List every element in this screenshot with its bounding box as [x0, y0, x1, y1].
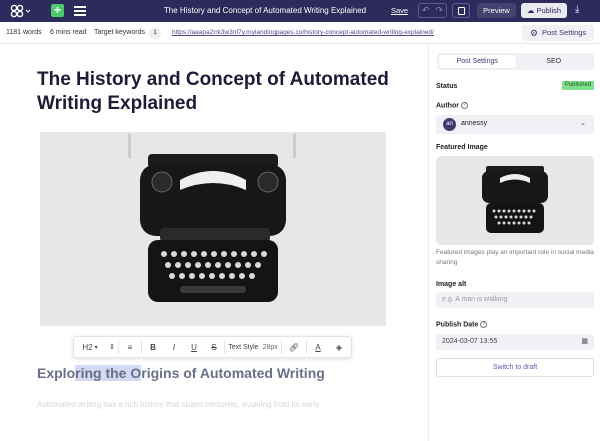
- image-alt-input[interactable]: e.g. A man is walking: [436, 292, 594, 308]
- read-time: 6 mins read: [50, 29, 87, 36]
- move-updown-icon[interactable]: ⇕: [106, 336, 118, 358]
- heading-text: rigins of Automated Writing: [141, 365, 325, 381]
- info-icon[interactable]: ?: [460, 102, 468, 109]
- author-label-text: Author: [436, 102, 459, 110]
- logo-icon[interactable]: [9, 3, 33, 19]
- align-icon[interactable]: ≡: [119, 336, 141, 358]
- post-settings-button[interactable]: ⚙ Post Settings: [522, 25, 594, 41]
- selected-text: ring the O: [75, 365, 142, 381]
- paragraph[interactable]: Automated writing has a rich history tha…: [37, 400, 319, 409]
- gear-icon: ⚙: [530, 28, 539, 38]
- undo-redo-group: ↶ ↷: [418, 3, 447, 18]
- link-icon[interactable]: 🔗︎: [282, 336, 306, 358]
- publish-label: Publish: [536, 6, 562, 15]
- featured-image[interactable]: [436, 156, 594, 245]
- publish-button[interactable]: ☁ Publish: [521, 3, 567, 18]
- target-keywords-count[interactable]: 1: [149, 27, 161, 39]
- publish-date-label-text: Publish Date: [436, 321, 479, 329]
- bold-icon[interactable]: B: [142, 336, 164, 358]
- article-title[interactable]: The History and Concept of Automated Wri…: [37, 68, 417, 116]
- document-title: The History and Concept of Automated Wri…: [163, 6, 367, 15]
- font-size-value: 28px: [262, 343, 278, 351]
- status-bar: 1181 words 6 mins read Target keywords 1…: [0, 22, 600, 44]
- switch-to-draft-button[interactable]: Switch to draft: [436, 358, 594, 377]
- hero-image[interactable]: [40, 132, 386, 326]
- editor-area[interactable]: The History and Concept of Automated Wri…: [0, 44, 428, 441]
- info-icon[interactable]: ?: [480, 321, 488, 328]
- chevron-down-icon: ⌄: [580, 120, 586, 127]
- featured-image-help: Featured images play an important role i…: [436, 249, 594, 266]
- publish-date-label: Publish Date?: [436, 321, 488, 329]
- device-icon[interactable]: [452, 3, 470, 18]
- menu-icon[interactable]: [74, 4, 86, 17]
- status-label: Status: [436, 83, 458, 90]
- redo-icon[interactable]: ↷: [435, 5, 443, 16]
- post-settings-label: Post Settings: [542, 28, 587, 37]
- underline-icon[interactable]: U: [184, 336, 204, 358]
- formatting-toolbar: H2 ▾ ⇕ ≡ B I U S Text Style 28px 🔗︎ A ◈: [73, 336, 352, 358]
- image-alt-label: Image alt: [436, 281, 467, 288]
- status-badge: Published: [562, 81, 594, 90]
- settings-tabs: Post Settings SEO: [437, 53, 594, 70]
- undo-icon[interactable]: ↶: [422, 5, 430, 16]
- page-url-link[interactable]: https://aaapa2rrk3w3nf7y.mylandingpages.…: [172, 29, 434, 36]
- featured-image-label: Featured Image: [436, 144, 488, 151]
- author-name: annessy: [461, 120, 488, 127]
- strikethrough-icon[interactable]: S: [204, 336, 224, 358]
- section-heading[interactable]: Exploring the Origins of Automated Writi…: [37, 365, 325, 381]
- heading-text: Explo: [37, 365, 76, 381]
- publish-cloud-icon: ☁: [526, 6, 535, 15]
- calendar-icon[interactable]: ▦: [581, 337, 588, 345]
- publish-date-input[interactable]: 2024-03-07 13:55 ▦: [436, 334, 594, 350]
- heading-select[interactable]: H2 ▾: [74, 336, 106, 358]
- avatar: an: [443, 118, 456, 131]
- plus-icon[interactable]: +: [51, 4, 64, 17]
- italic-icon[interactable]: I: [164, 336, 184, 358]
- download-icon[interactable]: ⤓: [575, 4, 579, 15]
- text-color-icon[interactable]: A: [307, 336, 329, 358]
- preview-button[interactable]: Preview: [477, 3, 516, 18]
- save-button[interactable]: Save: [391, 6, 408, 15]
- tab-post-settings[interactable]: Post Settings: [439, 55, 516, 68]
- text-style-label: Text Style: [228, 343, 259, 351]
- text-style-select[interactable]: Text Style 28px: [225, 336, 281, 358]
- heading-label: H2: [82, 342, 93, 352]
- publish-date-value: 2024-03-07 13:55: [442, 338, 498, 345]
- chevron-down-icon: ▾: [94, 344, 98, 351]
- word-count: 1181 words: [6, 29, 42, 36]
- target-keywords-label[interactable]: Target keywords: [94, 29, 145, 36]
- author-label: Author?: [436, 102, 468, 109]
- fill-icon[interactable]: ◈: [329, 336, 349, 358]
- top-bar: + The History and Concept of Automated W…: [0, 0, 600, 22]
- author-select[interactable]: an annessy ⌄: [436, 115, 594, 134]
- tab-seo[interactable]: SEO: [516, 55, 593, 68]
